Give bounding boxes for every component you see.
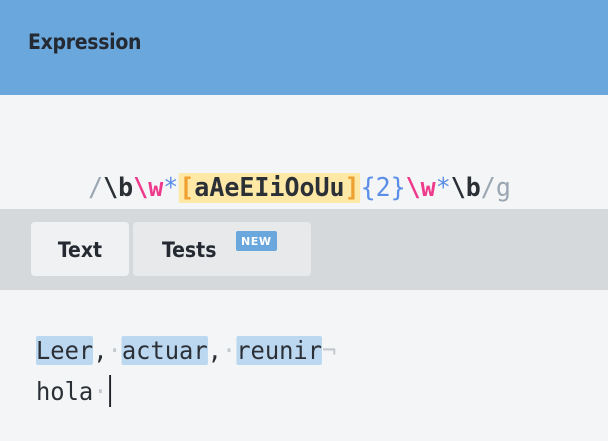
regex-character-set: [aAeEIiOoUu] — [178, 173, 361, 203]
regex-set-close-bracket: ] — [344, 173, 360, 203]
tab-text[interactable]: Text — [31, 222, 129, 276]
regex-star-quantifier: * — [163, 173, 179, 203]
editor-line[interactable]: Leer,·actuar,·reunir¬ — [36, 334, 336, 368]
whitespace-marker: · — [221, 336, 237, 365]
tab-tests[interactable]: Tests — [133, 222, 311, 276]
tab-text-label: Text — [57, 238, 103, 262]
tab-tests-label: Tests — [162, 238, 217, 262]
regex-flags[interactable]: g — [496, 173, 511, 203]
regex-count-quantifier: {2} — [360, 173, 406, 203]
regex-word-char-class: \w — [133, 173, 164, 203]
regex-set-open-bracket: [ — [179, 173, 195, 203]
text-punctuation: , — [207, 336, 222, 365]
match-highlight: actuar — [121, 336, 208, 365]
regex-set-characters: aAeEIiOoUu — [194, 173, 345, 203]
regex-close-delimiter: / — [480, 173, 496, 203]
regex-word-boundary: \b — [103, 173, 134, 203]
regex-word-char-class: \w — [405, 173, 436, 203]
expression-title: Expression — [28, 30, 142, 54]
editor-line[interactable]: hola· — [36, 375, 112, 409]
whitespace-marker: · — [93, 377, 108, 406]
expression-header: Expression — [0, 0, 608, 95]
new-badge: NEW — [236, 231, 277, 251]
whitespace-marker: · — [107, 336, 122, 365]
text-cursor — [109, 375, 112, 407]
regex-tool-window: Expression /\b\w*[aAeEIiOoUu]{2}\w*\b/g … — [0, 0, 608, 441]
match-highlight: reunir — [236, 336, 323, 365]
regex-open-delimiter: / — [88, 173, 104, 203]
newline-marker: ¬ — [322, 336, 337, 365]
text-punctuation: , — [93, 336, 108, 365]
regex-star-quantifier: * — [435, 173, 451, 203]
match-highlight: Leer — [36, 336, 94, 365]
regex-word-boundary: \b — [450, 173, 481, 203]
text-word: hola — [36, 377, 94, 406]
